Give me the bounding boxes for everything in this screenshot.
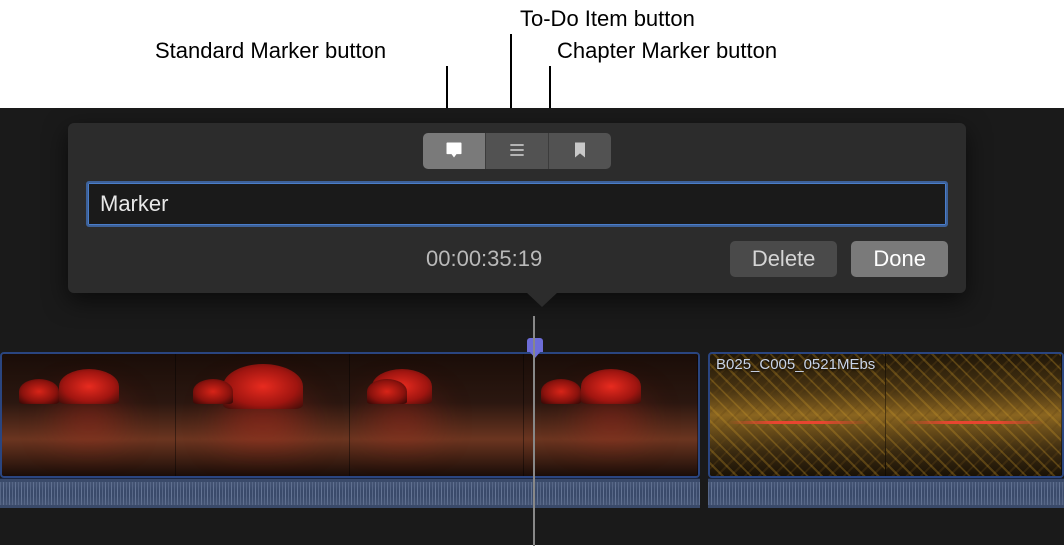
- audio-waveform[interactable]: [708, 478, 1064, 508]
- marker-pin-icon: [527, 338, 543, 352]
- playhead[interactable]: [533, 316, 535, 546]
- clip-thumbnail: [350, 354, 524, 476]
- clip-thumbnail: [524, 354, 698, 476]
- waveform-graphic: [708, 482, 1064, 505]
- marker-name-input[interactable]: [86, 181, 948, 227]
- audio-waveform[interactable]: [0, 478, 700, 508]
- callout-standard-marker: Standard Marker button: [155, 38, 386, 64]
- todo-list-icon: [507, 140, 527, 163]
- clip-name-label: B025_C005_0521MEbs: [716, 356, 875, 373]
- standard-marker-button[interactable]: [423, 133, 486, 169]
- marker-type-segmented-control: [423, 133, 611, 169]
- bookmark-icon: [570, 140, 590, 163]
- todo-item-button[interactable]: [486, 133, 549, 169]
- marker-edit-popover: 00:00:35:19 Delete Done: [68, 123, 966, 293]
- marker-timecode: 00:00:35:19: [426, 246, 542, 272]
- marker-pin[interactable]: [527, 338, 543, 358]
- waveform-graphic: [0, 482, 700, 505]
- popover-footer: 00:00:35:19 Delete Done: [86, 241, 948, 277]
- timeline[interactable]: B025_C005_0521MEbs: [0, 346, 1064, 511]
- timeline-clip[interactable]: B025_C005_0521MEbs: [708, 352, 1064, 478]
- clip-thumbnail: [176, 354, 350, 476]
- callout-chapter-marker: Chapter Marker button: [557, 38, 777, 64]
- clip-thumbnail: [886, 354, 1062, 476]
- standard-marker-icon: [444, 140, 464, 163]
- done-button[interactable]: Done: [851, 241, 948, 277]
- clip-thumbnails: [2, 354, 698, 476]
- editor-background: 00:00:35:19 Delete Done B025_C005_0521ME…: [0, 108, 1064, 545]
- callout-todo-item: To-Do Item button: [520, 6, 695, 32]
- timeline-clip[interactable]: [0, 352, 700, 478]
- delete-button[interactable]: Delete: [730, 241, 838, 277]
- chapter-marker-button[interactable]: [549, 133, 611, 169]
- callout-annotations: Standard Marker button To-Do Item button…: [0, 0, 1064, 108]
- clip-thumbnail: [2, 354, 176, 476]
